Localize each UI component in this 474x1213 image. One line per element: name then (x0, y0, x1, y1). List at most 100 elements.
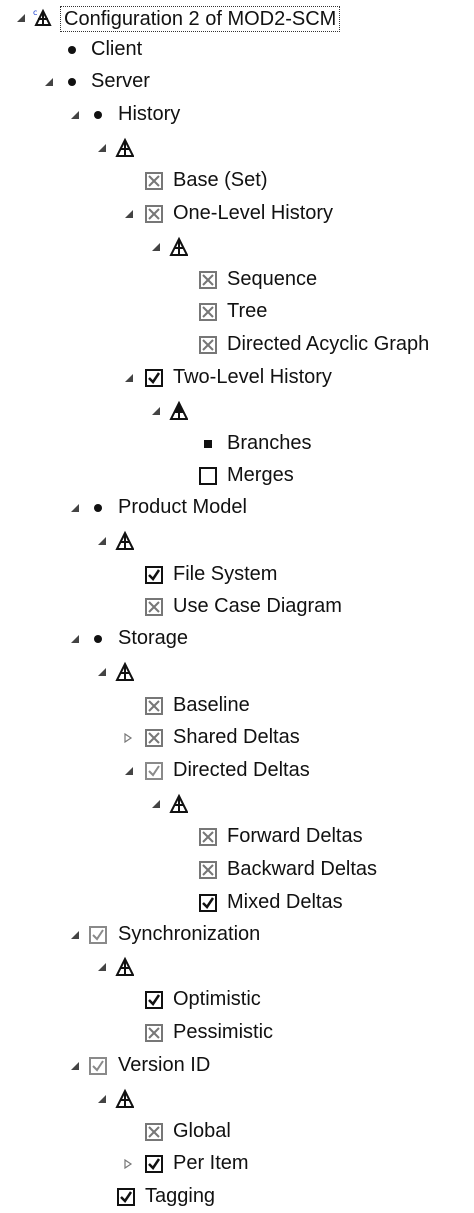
tree-row-label: Forward Deltas (227, 825, 363, 847)
tree-row-directed-deltas[interactable]: Directed Deltas (0, 755, 474, 787)
expanded-triangle-icon[interactable] (97, 667, 107, 677)
checked-box-icon[interactable] (144, 1154, 164, 1174)
collapsed-triangle-icon[interactable] (123, 1159, 133, 1169)
tree-row-group[interactable] (0, 395, 474, 427)
tree-row-group[interactable] (0, 132, 474, 164)
tree-row-label: Tagging (145, 1185, 216, 1207)
expanded-triangle-icon[interactable] (124, 209, 134, 219)
tree-row-client[interactable]: Client (0, 34, 474, 66)
tree-row-product-model[interactable]: Product Model (0, 492, 474, 524)
crossed-box-icon[interactable] (144, 1122, 164, 1142)
crossed-box-icon[interactable] (198, 270, 218, 290)
tree-row-storage[interactable]: Storage (0, 623, 474, 655)
expanded-triangle-icon[interactable] (124, 373, 134, 383)
tree-row-branches[interactable]: Branches (0, 428, 474, 460)
tree-row-group[interactable] (0, 788, 474, 820)
tree-row-group[interactable] (0, 525, 474, 557)
tree-row-two-level-history[interactable]: Two-Level History (0, 362, 474, 394)
empty-box-icon[interactable] (198, 466, 218, 486)
expanded-triangle-icon[interactable] (97, 143, 107, 153)
tree-row-synchronization[interactable]: Synchronization (0, 919, 474, 951)
feature-model-root-icon: c (32, 8, 52, 28)
tree-row-shared-deltas[interactable]: Shared Deltas (0, 722, 474, 754)
tree-row-backward-deltas[interactable]: Backward Deltas (0, 854, 474, 886)
expanded-triangle-icon[interactable] (70, 1061, 80, 1071)
expanded-triangle-icon[interactable] (97, 536, 107, 546)
tree-row-group[interactable] (0, 231, 474, 263)
tree-row-tagging[interactable]: Tagging (0, 1181, 474, 1213)
tree-row-group[interactable] (0, 951, 474, 983)
expanded-triangle-icon[interactable] (151, 406, 161, 416)
crossed-box-icon[interactable] (144, 728, 164, 748)
gray-check-icon[interactable] (88, 925, 108, 945)
tree-row-mixed-deltas[interactable]: Mixed Deltas (0, 887, 474, 919)
expanded-triangle-icon[interactable] (70, 634, 80, 644)
crossed-box-icon[interactable] (144, 597, 164, 617)
alternative-group-icon (114, 137, 134, 158)
gray-check-icon[interactable] (144, 761, 164, 781)
crossed-box-icon[interactable] (144, 171, 164, 191)
tree-row-label: Product Model (118, 496, 247, 518)
crossed-box-icon[interactable] (198, 302, 218, 322)
tree-row-label: Backward Deltas (227, 858, 378, 880)
alternative-group-icon (168, 236, 188, 257)
tree-row-forward-deltas[interactable]: Forward Deltas (0, 821, 474, 853)
expanded-triangle-icon[interactable] (44, 77, 54, 87)
tree-row-label: Storage (118, 627, 189, 649)
expanded-triangle-icon[interactable] (97, 962, 107, 972)
tree-row-label: One-Level History (173, 202, 334, 224)
gray-check-icon[interactable] (88, 1056, 108, 1076)
tree-row-use-case-diagram[interactable]: Use Case Diagram (0, 591, 474, 623)
tree-row-group[interactable] (0, 656, 474, 688)
checked-box-icon[interactable] (144, 990, 164, 1010)
expanded-triangle-icon[interactable] (70, 503, 80, 513)
expanded-triangle-icon[interactable] (70, 110, 80, 120)
crossed-box-icon[interactable] (198, 827, 218, 847)
crossed-box-icon[interactable] (144, 1023, 164, 1043)
tree-row-root[interactable]: c Configuration 2 of MOD2-SCM (0, 2, 474, 34)
tree-row-label: Server (91, 70, 150, 92)
expanded-triangle-icon[interactable] (124, 766, 134, 776)
tree-row-directed-acyclic-graph[interactable]: Directed Acyclic Graph (0, 329, 474, 361)
crossed-box-icon[interactable] (198, 335, 218, 355)
tree-row-label: Pessimistic (173, 1021, 274, 1043)
tree-row-global[interactable]: Global (0, 1116, 474, 1148)
tree-row-sequence[interactable]: Sequence (0, 264, 474, 296)
tree-row-base-set[interactable]: Base (Set) (0, 165, 474, 197)
tree-row-tree[interactable]: Tree (0, 296, 474, 328)
tree-row-optimistic[interactable]: Optimistic (0, 984, 474, 1016)
collapsed-triangle-icon[interactable] (123, 733, 133, 743)
tree-row-label: Client (91, 38, 143, 60)
checked-box-icon[interactable] (116, 1187, 136, 1207)
expanded-triangle-icon[interactable] (151, 242, 161, 252)
tree-row-label: Configuration 2 of MOD2-SCM (60, 6, 341, 32)
bullet-icon (88, 629, 108, 649)
tree-row-baseline[interactable]: Baseline (0, 690, 474, 722)
tree-row-label: Per Item (173, 1152, 249, 1174)
tree-row-server[interactable]: Server (0, 66, 474, 98)
tree-row-version-id[interactable]: Version ID (0, 1050, 474, 1082)
tree-row-group[interactable] (0, 1083, 474, 1115)
alternative-group-icon (168, 793, 188, 814)
expanded-triangle-icon[interactable] (70, 930, 80, 940)
expanded-triangle-icon[interactable] (151, 799, 161, 809)
checked-box-icon[interactable] (198, 893, 218, 913)
crossed-box-icon[interactable] (198, 860, 218, 880)
tree-row-label: Baseline (173, 694, 250, 716)
tree-row-history[interactable]: History (0, 99, 474, 131)
tree-row-per-item[interactable]: Per Item (0, 1148, 474, 1180)
tree-row-one-level-history[interactable]: One-Level History (0, 198, 474, 230)
crossed-box-icon[interactable] (144, 204, 164, 224)
tree-row-label: Base (Set) (173, 169, 268, 191)
tree-row-label: Sequence (227, 268, 318, 290)
expanded-triangle-icon[interactable] (97, 1094, 107, 1104)
tree-row-pessimistic[interactable]: Pessimistic (0, 1017, 474, 1049)
checked-box-icon[interactable] (144, 565, 164, 585)
tree-row-label: Directed Acyclic Graph (227, 333, 430, 355)
crossed-box-icon[interactable] (144, 696, 164, 716)
tree-row-file-system[interactable]: File System (0, 559, 474, 591)
tree-row-merges[interactable]: Merges (0, 460, 474, 492)
filled-square-icon[interactable] (198, 434, 218, 454)
checked-box-icon[interactable] (144, 368, 164, 388)
expanded-triangle-icon[interactable] (16, 13, 26, 23)
